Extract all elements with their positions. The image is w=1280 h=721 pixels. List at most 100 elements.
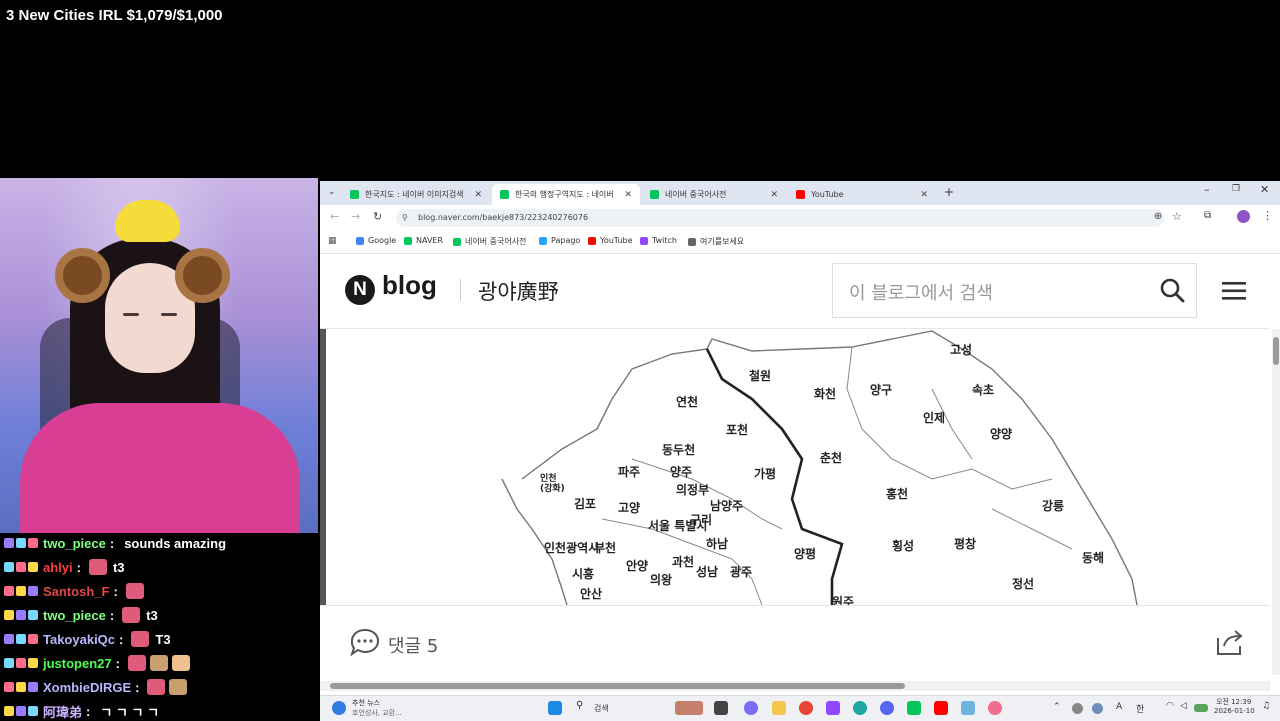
- browser-menu-icon[interactable]: ⋮: [1262, 209, 1273, 222]
- forward-icon[interactable]: →: [351, 210, 360, 223]
- minimize-button[interactable]: –: [1204, 183, 1210, 196]
- map-region-label: 양주: [670, 465, 693, 479]
- blog-search-input[interactable]: 이 블로그에서 검색: [832, 263, 1197, 318]
- clock-date[interactable]: 2026-01-10: [1214, 707, 1255, 715]
- twitch-icon[interactable]: [826, 701, 840, 715]
- map-region-label: 가평: [754, 467, 777, 481]
- back-icon[interactable]: ←: [330, 210, 339, 223]
- chat-username[interactable]: ahlyi: [43, 560, 73, 575]
- chat-separator: :: [109, 535, 115, 551]
- blog-name[interactable]: 광야廣野: [478, 276, 559, 306]
- news-widget-title[interactable]: 추천 뉴스: [352, 698, 380, 708]
- map-region-label: 고양: [618, 501, 641, 515]
- bookmark-favicon-icon: [640, 236, 648, 245]
- restore-button[interactable]: ❐: [1232, 184, 1240, 194]
- close-window-button[interactable]: ✕: [1260, 183, 1269, 196]
- tab-favicon-icon: [650, 190, 659, 199]
- chat-username[interactable]: XombieDIRGE: [43, 680, 131, 695]
- notification-bell-icon[interactable]: ♫: [1262, 701, 1270, 711]
- task-view-icon[interactable]: [714, 701, 728, 715]
- chat-username[interactable]: 阿瑋弟: [43, 702, 82, 721]
- chat-username[interactable]: justopen27: [43, 656, 112, 671]
- chat-badge-icon: [16, 562, 26, 572]
- map-region-label: 춘천: [820, 451, 843, 465]
- bookmark-item[interactable]: YouTube: [588, 236, 633, 245]
- vertical-scroll-thumb[interactable]: [1273, 337, 1279, 365]
- tray-chevron-icon[interactable]: ⌃: [1053, 702, 1061, 712]
- profile-avatar[interactable]: [1237, 210, 1250, 223]
- search-icon[interactable]: [1159, 277, 1185, 303]
- chat-badge-icon: [16, 610, 26, 620]
- browser-tab[interactable]: 한국지도 : 네이버 이미지검색 ✕: [342, 184, 490, 205]
- hamburger-menu-icon[interactable]: [1222, 282, 1246, 300]
- site-info-icon[interactable]: ⚲: [402, 213, 408, 222]
- battery-icon[interactable]: [1194, 704, 1208, 712]
- comment-count-label[interactable]: 댓글 5: [388, 632, 438, 658]
- clock-time[interactable]: 오전 12:39: [1216, 697, 1251, 707]
- comment-icon[interactable]: [350, 628, 380, 656]
- browser-tab[interactable]: YouTube ✕: [788, 184, 936, 205]
- map-region-label: 과천: [672, 555, 695, 569]
- chat-emote-icon: [171, 655, 190, 671]
- chat-username[interactable]: two_piece: [43, 608, 106, 623]
- volume-icon[interactable]: ◁: [1180, 701, 1187, 711]
- horizontal-scrollbar[interactable]: [320, 681, 1270, 691]
- wifi-icon[interactable]: ◠: [1166, 701, 1174, 711]
- url-field[interactable]: blog.naver.com/baekje873/223240276076: [396, 209, 1164, 227]
- apps-grid-icon[interactable]: ▦: [328, 236, 337, 246]
- chrome-icon[interactable]: [799, 701, 813, 715]
- vertical-scrollbar[interactable]: [1272, 329, 1280, 675]
- tray-app-icon[interactable]: [1072, 703, 1083, 714]
- naver-logo[interactable]: N: [345, 275, 375, 305]
- chat-message-text: sounds amazing: [124, 535, 227, 551]
- blog-header: N blog 광야廣野 이 블로그에서 검색: [320, 254, 1270, 329]
- bookmark-item[interactable]: 여기를보세요: [688, 236, 744, 247]
- tab-close-icon[interactable]: ✕: [474, 190, 482, 200]
- chat-username[interactable]: TakoyakiQc: [43, 632, 115, 647]
- new-tab-button[interactable]: +: [944, 185, 954, 199]
- blog-logo-word[interactable]: blog: [382, 270, 437, 301]
- horizontal-scroll-thumb[interactable]: [330, 683, 905, 689]
- naver-app-icon[interactable]: [907, 701, 921, 715]
- windows-start-icon[interactable]: [548, 701, 562, 715]
- bookmark-item[interactable]: NAVER: [404, 236, 443, 245]
- bookmark-item[interactable]: Twitch: [640, 236, 677, 245]
- bookmark-item[interactable]: 네이버 중국어사전: [453, 236, 526, 247]
- map-region-label: 강릉: [1042, 499, 1065, 513]
- tab-search-icon[interactable]: ⌄: [328, 187, 336, 197]
- copilot-icon[interactable]: [744, 701, 758, 715]
- share-icon[interactable]: [1214, 628, 1244, 656]
- bookmark-label: 네이버 중국어사전: [465, 237, 527, 246]
- extensions-icon[interactable]: ⧉: [1204, 210, 1211, 221]
- language-indicator[interactable]: 한: [1136, 702, 1144, 715]
- ime-mode-indicator[interactable]: A: [1116, 702, 1122, 712]
- taskbar-search-icon[interactable]: ⚲: [576, 700, 590, 714]
- browser-tab[interactable]: 한국의 행정구역지도 : 네이버 ✕: [492, 184, 640, 205]
- youtube-app-icon[interactable]: [934, 701, 948, 715]
- discord-icon[interactable]: [880, 701, 894, 715]
- chat-badge-icon: [16, 634, 26, 644]
- bookmark-star-icon[interactable]: ☆: [1172, 210, 1182, 223]
- map-region-label: 동해: [1082, 551, 1105, 565]
- file-explorer-icon[interactable]: [772, 701, 786, 715]
- chat-username[interactable]: Santosh_F: [43, 584, 109, 599]
- browser-tab[interactable]: 네이버 중국어사전 ✕: [642, 184, 786, 205]
- news-widget-subtitle[interactable]: 호언성사, 교환...: [352, 708, 402, 718]
- tray-sync-icon[interactable]: [1092, 703, 1103, 714]
- windows-taskbar: 추천 뉴스 호언성사, 교환... ⚲ 검색 ⌃ A 한 ◠ ◁ 오전 12:3…: [320, 695, 1280, 721]
- app-icon[interactable]: [988, 701, 1002, 715]
- notepad-icon[interactable]: [961, 701, 975, 715]
- news-widget-icon[interactable]: [332, 701, 346, 715]
- tab-close-icon[interactable]: ✕: [770, 190, 778, 200]
- reload-icon[interactable]: ↻: [373, 210, 382, 223]
- taskbar-search-label[interactable]: 검색: [594, 703, 609, 714]
- chat-username[interactable]: two_piece: [43, 536, 106, 551]
- bookmark-item[interactable]: Papago: [539, 236, 580, 245]
- zoom-icon[interactable]: ⊕: [1154, 211, 1162, 222]
- bookmark-item[interactable]: Google: [356, 236, 396, 245]
- tab-close-icon[interactable]: ✕: [920, 190, 928, 200]
- edge-icon[interactable]: [853, 701, 867, 715]
- tab-close-icon[interactable]: ✕: [624, 190, 632, 200]
- taskbar-widget-image[interactable]: [675, 701, 703, 715]
- chat-badge-icon: [28, 634, 38, 644]
